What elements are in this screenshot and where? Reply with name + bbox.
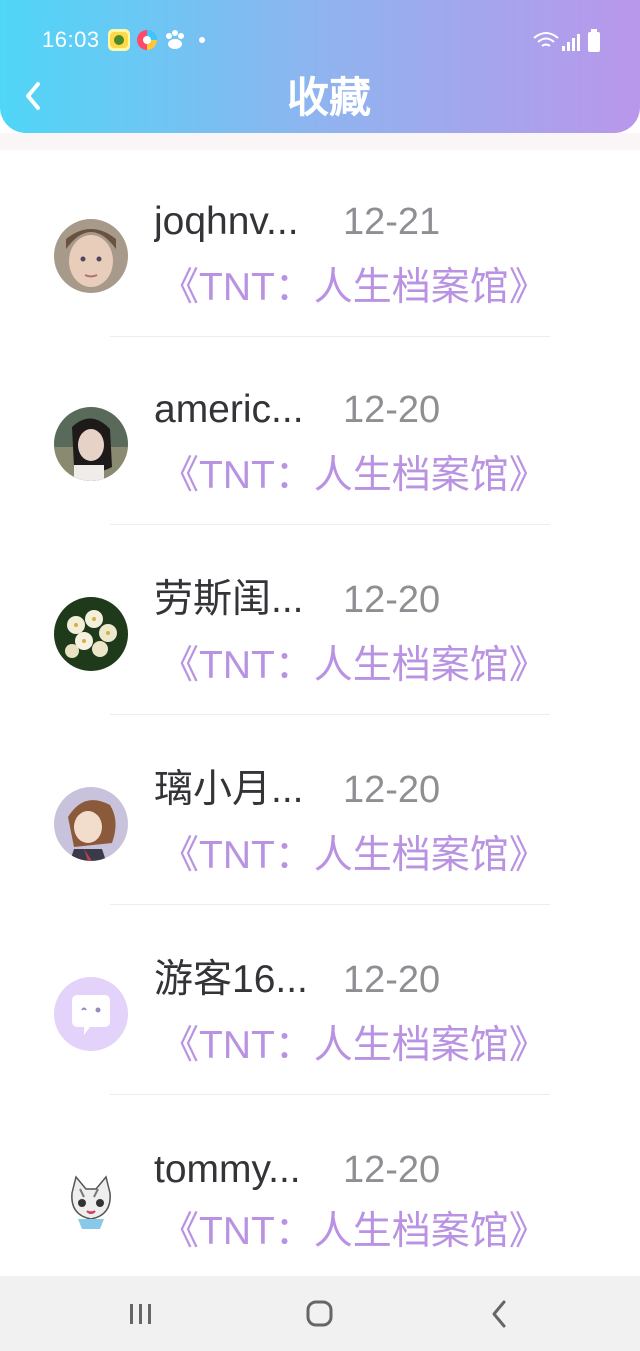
baidu-icon	[164, 29, 186, 51]
favorite-title[interactable]: 《TNT：人生档案馆》	[160, 640, 548, 692]
divider	[110, 1094, 550, 1095]
list-item[interactable]: 游客16... 12-20 《TNT：人生档案馆》	[0, 948, 640, 1138]
avatar[interactable]	[54, 597, 128, 671]
list-item[interactable]: 劳斯闺... 12-20 《TNT：人生档案馆》	[0, 568, 640, 758]
user-name: 璃小月...	[154, 768, 304, 811]
signal-icon	[562, 34, 580, 51]
favorite-title[interactable]: 《TNT：人生档案馆》	[160, 1206, 548, 1258]
date: 12-21	[343, 201, 441, 243]
avatar[interactable]	[54, 787, 128, 861]
back-icon	[492, 1300, 506, 1328]
date: 12-20	[343, 579, 441, 621]
user-name: 游客16...	[154, 958, 308, 1001]
date: 12-20	[343, 959, 441, 1001]
status-right-icons	[532, 28, 604, 54]
divider	[110, 524, 550, 525]
anime-girl-avatar	[54, 787, 128, 861]
girl-photo-avatar	[54, 407, 128, 481]
wifi-icon	[533, 32, 559, 47]
favorite-title[interactable]: 《TNT：人生档案馆》	[160, 262, 548, 314]
system-nav-bar	[0, 1276, 640, 1351]
notification-dot	[199, 37, 205, 43]
recent-apps-icon	[130, 1304, 151, 1324]
avatar[interactable]	[54, 1167, 128, 1241]
list-item[interactable]: americ... 12-20 《TNT：人生档案馆》	[0, 378, 640, 568]
favorite-title[interactable]: 《TNT：人生档案馆》	[160, 450, 548, 502]
divider	[110, 904, 550, 905]
app-header: 16:03 收藏	[0, 0, 640, 133]
title-bar: 收藏	[0, 64, 640, 132]
user-name: americ...	[154, 388, 304, 431]
header-gap	[0, 133, 640, 150]
avatar[interactable]	[54, 407, 128, 481]
recent-apps-button[interactable]	[120, 1296, 160, 1332]
avatar[interactable]	[54, 977, 128, 1051]
default-chat-avatar	[54, 977, 128, 1051]
battery-icon	[588, 29, 600, 52]
user-name: joqhnv...	[154, 200, 299, 243]
favorite-title[interactable]: 《TNT：人生档案馆》	[160, 830, 548, 882]
home-button[interactable]	[300, 1296, 340, 1332]
app-icon-yellow	[108, 29, 130, 51]
avatar[interactable]	[54, 219, 128, 293]
user-name: tommy...	[154, 1148, 301, 1191]
status-time: 16:03	[42, 27, 100, 52]
cartoon-cat-avatar	[54, 1167, 128, 1241]
user-name: 劳斯闺...	[154, 578, 304, 621]
list-item[interactable]: joqhnv... 12-21 《TNT：人生档案馆》	[0, 190, 640, 380]
flowers-photo-avatar	[54, 597, 128, 671]
status-bar: 16:03	[0, 22, 640, 62]
date: 12-20	[343, 1149, 441, 1191]
app-icon-colorful	[136, 29, 158, 51]
page-title: 收藏	[286, 73, 371, 122]
home-icon	[306, 1300, 333, 1327]
child-photo-avatar	[54, 219, 128, 293]
system-back-button[interactable]	[480, 1296, 520, 1332]
date: 12-20	[343, 389, 441, 431]
list-item[interactable]: 璃小月... 12-20 《TNT：人生档案馆》	[0, 758, 640, 948]
date: 12-20	[343, 769, 441, 811]
divider	[110, 336, 550, 337]
divider	[110, 714, 550, 715]
favorite-title[interactable]: 《TNT：人生档案馆》	[160, 1020, 548, 1072]
